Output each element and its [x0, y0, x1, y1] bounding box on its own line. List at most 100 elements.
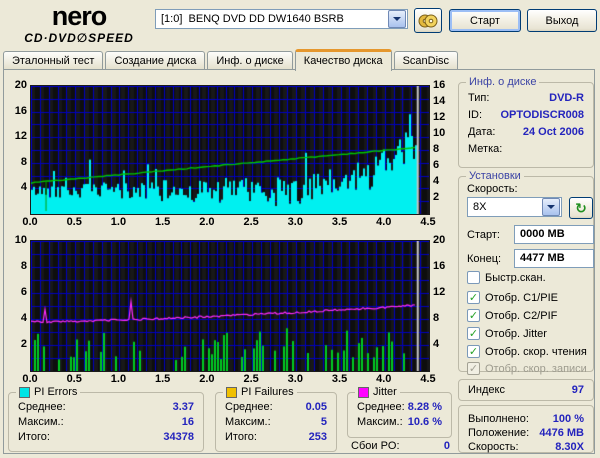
checkbox-1[interactable]: ✓ Отобр. C1/PIE	[467, 291, 558, 304]
checkbox-label: Отобр. скор. записи	[485, 362, 587, 375]
series-color-swatch-icon	[19, 386, 30, 398]
checkbox-label: Отобр. C1/PIE	[485, 291, 558, 304]
chevron-down-icon[interactable]	[542, 198, 560, 216]
checkbox-3[interactable]: ✓ Отобр. Jitter	[467, 327, 547, 340]
checkbox-label: Быстр.скан.	[485, 271, 546, 284]
top-chart-right-tick: 2	[433, 191, 440, 203]
disc-info-box: Инф. о диске Тип: DVD-R ID: OPTODISCR008 Дат…	[458, 75, 594, 168]
refresh-button[interactable]: ↻	[569, 197, 593, 219]
bottom-chart-x-tick: 4.5	[420, 373, 436, 385]
checkbox-2[interactable]: ✓ Отобр. C2/PIF	[467, 309, 557, 322]
checkbox-icon: ✓	[467, 309, 480, 322]
stat-row: Итого: 253	[225, 431, 327, 444]
exit-button[interactable]: Выход	[527, 9, 597, 32]
top-chart-x-tick: 1.0	[110, 216, 127, 228]
pi-errors-chart	[30, 85, 430, 215]
stat-box-title: Jitter	[355, 385, 400, 399]
top-chart-x-tick: 3.0	[287, 216, 303, 228]
tab-2[interactable]: Инф. о диске	[207, 51, 293, 70]
disc-info-label: ID:	[468, 109, 483, 121]
bottom-chart-left-tick: 6	[20, 286, 27, 298]
bottom-chart-right-tick: 20	[433, 234, 446, 246]
disc-info-title: Инф. о диске	[466, 75, 540, 89]
progress-label: Скорость:	[468, 441, 519, 453]
stat-row: Итого: 34378	[18, 431, 194, 444]
disc-info-value: 24 Oct 2006	[522, 126, 584, 138]
disc-info-label: Метка:	[468, 143, 503, 155]
bottom-chart-x-tick: 3.0	[287, 373, 303, 385]
stat-box-title: PI Errors	[16, 385, 81, 399]
stat-box-2: Jitter Среднее: 8.28 % Максим.: 10.6 %	[347, 385, 452, 438]
progress-row: Положение: 4476 MB	[468, 427, 584, 440]
discs-button[interactable]	[414, 8, 442, 33]
drive-select[interactable]: [1:0] BENQ DVD DD DW1640 BSRB	[155, 9, 408, 29]
settings-title: Установки	[466, 169, 524, 183]
disc-info-row: Тип: DVD-R	[468, 92, 584, 105]
disc-info-row: Метка:	[468, 143, 584, 156]
stat-label: Максим.:	[18, 416, 64, 428]
progress-label: Выполнено:	[468, 413, 529, 425]
top-chart-left-tick: 8	[20, 155, 27, 168]
disc-info-value: DVD-R	[549, 92, 584, 104]
tab-1[interactable]: Создание диска	[105, 51, 206, 70]
start-button[interactable]: Старт	[449, 9, 521, 32]
checkbox-0[interactable]: Быстр.скан.	[467, 271, 546, 284]
top-chart-left-tick: 4	[20, 181, 27, 194]
checkbox-label: Отобр. скор. чтения	[485, 345, 587, 358]
tab-4[interactable]: ScanDisc	[393, 51, 459, 70]
tab-0[interactable]: Эталонный тест	[3, 51, 104, 70]
tab-bar: Эталонный тест Создание диска Инф. о диске…	[3, 49, 460, 71]
stat-row: Максим.: 10.6 %	[357, 416, 442, 429]
stat-label: Максим.:	[225, 416, 271, 428]
speed-select-value: 8X	[473, 201, 487, 213]
tab-3[interactable]: Качество диска	[294, 49, 392, 71]
checkbox-4[interactable]: ✓ Отобр. скор. чтения	[467, 345, 587, 358]
bottom-chart-x-tick: 0.5	[66, 373, 82, 385]
scan-end-field[interactable]: 4477 MB	[514, 249, 594, 268]
bottom-chart-left-tick: 10	[14, 234, 27, 246]
pi-failures-jitter-chart	[30, 240, 430, 372]
bottom-chart-x-tick: 2.5	[243, 373, 259, 385]
stat-row: Максим.: 5	[225, 416, 327, 429]
nero-logo-text: nero	[51, 1, 108, 31]
disc-info-row: ID: OPTODISCR008	[468, 109, 584, 122]
top-chart-right-tick: 14	[433, 95, 446, 107]
stat-value: 34378	[163, 431, 194, 443]
bottom-chart-right-tick: 16	[433, 260, 446, 272]
bottom-chart-left-tick: 4	[20, 312, 27, 324]
index-value: 97	[571, 384, 584, 396]
nero-logo: nero CD·DVD∅SPEED	[8, 0, 150, 45]
po-failures-row: Сбои PO: 0	[351, 440, 450, 453]
disc-info-label: Дата:	[468, 126, 496, 138]
stat-value: 10.6 %	[407, 416, 442, 428]
stat-row: Среднее: 8.28 %	[357, 401, 442, 414]
progress-box: Выполнено: 100 % Положение: 4476 MB Скорость…	[458, 405, 594, 453]
bottom-chart-right-tick: 12	[433, 286, 446, 298]
bottom-chart-right-tick: 8	[433, 312, 440, 324]
speed-select[interactable]: 8X	[467, 197, 562, 217]
top-chart-x-tick: 0.5	[66, 216, 82, 228]
stat-value: 16	[181, 416, 194, 428]
stat-label: Итого:	[18, 431, 50, 443]
top-chart-x-tick: 2.0	[199, 216, 215, 228]
disc-info-value: OPTODISCR008	[500, 109, 584, 121]
checkbox-label: Отобр. Jitter	[485, 327, 547, 340]
bottom-chart-x-tick: 1.5	[155, 373, 171, 385]
scan-start-field[interactable]: 0000 MB	[514, 225, 594, 244]
progress-row: Выполнено: 100 %	[468, 413, 584, 426]
top-chart-left-tick: 12	[14, 130, 27, 143]
checkbox-icon: ✓	[467, 291, 480, 304]
chevron-down-icon[interactable]	[388, 10, 406, 28]
stat-row: Среднее: 0.05	[225, 401, 327, 414]
stat-label: Среднее:	[357, 401, 405, 413]
stat-value: 5	[320, 416, 327, 428]
index-label: Индекс	[468, 384, 505, 396]
scan-start-label: Старт:	[467, 229, 500, 241]
checkbox-icon: ✓	[467, 362, 480, 375]
refresh-icon: ↻	[575, 200, 587, 216]
checkbox-5: ✓ Отобр. скор. записи	[467, 362, 587, 375]
stat-row: Среднее: 3.37	[18, 401, 194, 414]
stat-value: 253	[308, 431, 327, 443]
stat-row: Максим.: 16	[18, 416, 194, 429]
stat-value: 3.37	[172, 401, 194, 413]
